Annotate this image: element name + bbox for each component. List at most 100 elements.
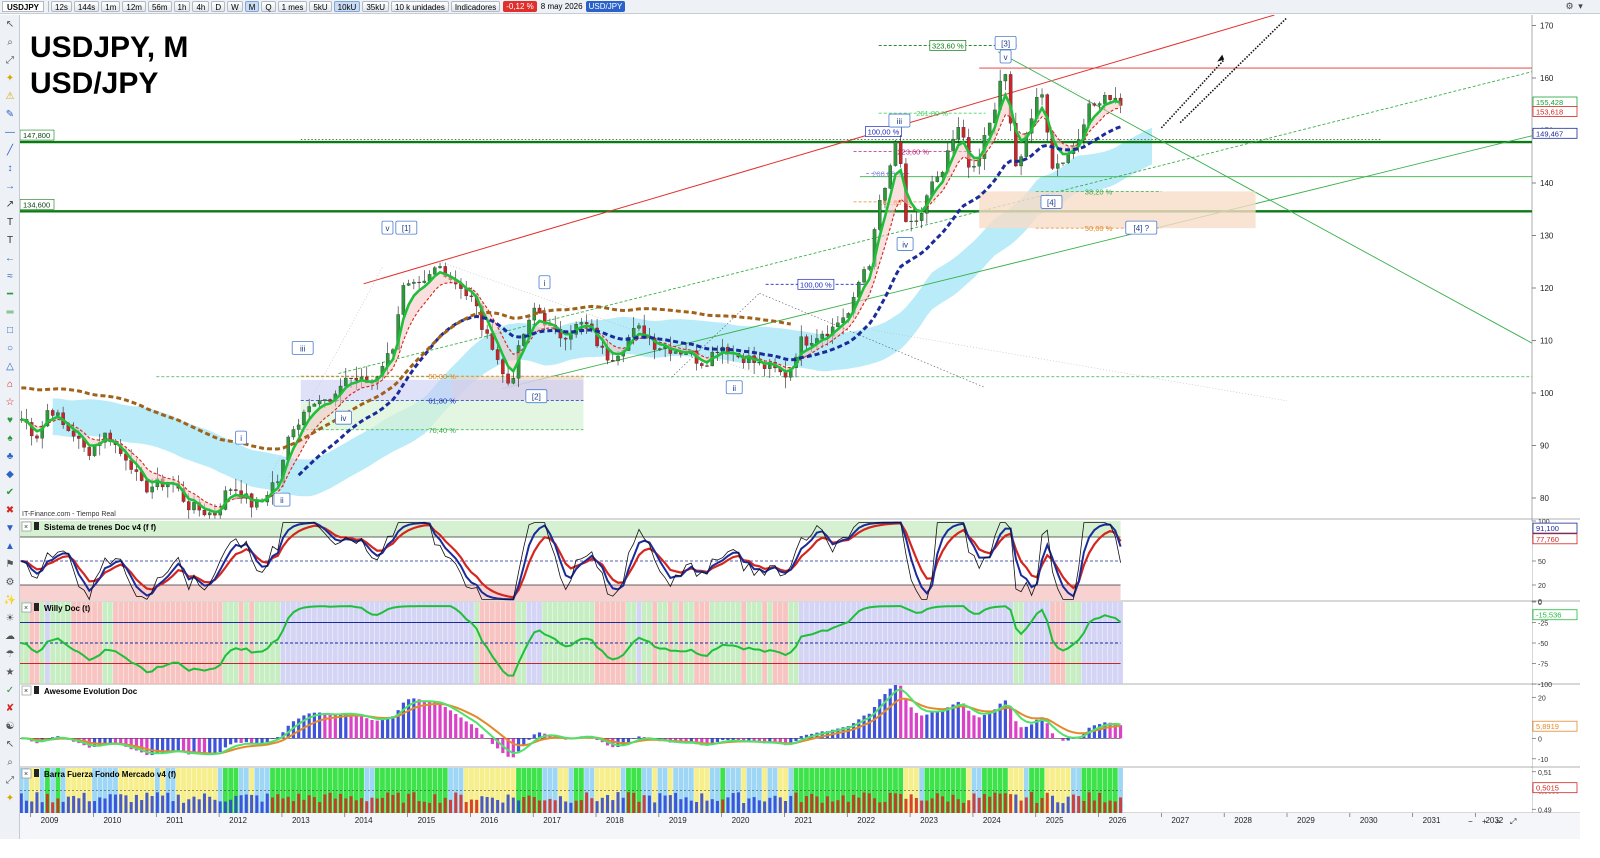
unit-button-0[interactable]: 5kU: [309, 1, 332, 12]
drawing-tool-icon-1[interactable]: ⌕: [3, 37, 17, 49]
timeframe-button-5[interactable]: 1h: [173, 1, 191, 12]
drawing-tool-icon-25[interactable]: ◆: [3, 469, 17, 481]
candle-body-180: [961, 127, 966, 138]
ao-bar-175: [935, 711, 939, 739]
drawing-tool-icon-41[interactable]: ⌕: [3, 757, 17, 769]
drawing-tool-icon-13[interactable]: ←: [3, 253, 17, 265]
drawing-tool-icon-0[interactable]: ↖: [3, 19, 17, 31]
drawing-tool-icon-22[interactable]: ♥: [3, 415, 17, 427]
drawing-tool-icon-3[interactable]: ✦: [3, 73, 17, 85]
y-tick-label-2: 100: [1540, 389, 1554, 398]
drawing-tool-icon-5[interactable]: ✎: [3, 109, 17, 121]
candle-body-3: [35, 435, 39, 439]
force-bar-182: [972, 793, 976, 813]
drawing-tool-icon-26[interactable]: ✔: [3, 487, 17, 499]
force-bar-73: [401, 802, 405, 813]
timeframe-button-2[interactable]: 1m: [101, 1, 121, 12]
panel-tick-label-1-2: -50: [1538, 641, 1548, 648]
ao-bar-42: [239, 738, 243, 743]
drawing-tool-icon-10[interactable]: ↗: [3, 199, 17, 211]
force-bar-51: [286, 796, 290, 813]
force-bar-95: [517, 800, 521, 813]
drawing-tool-icon-35[interactable]: ☂: [3, 649, 17, 661]
timeframe-button-7[interactable]: D: [211, 1, 226, 12]
symbol-field[interactable]: USDJPY: [2, 1, 45, 12]
candle-body-122: [658, 348, 662, 350]
candle-body-167: [893, 141, 898, 166]
drawing-tool-icon-8[interactable]: ↕: [3, 163, 17, 175]
panel-color-swatch-0: [34, 522, 39, 530]
indicators-button[interactable]: Indicadores: [450, 1, 501, 12]
drawing-tool-icon-6[interactable]: —: [3, 127, 17, 139]
ao-bar-210: [1118, 725, 1123, 739]
drawing-tool-icon-39[interactable]: ☯: [3, 721, 17, 733]
drawing-tool-icon-15[interactable]: ━: [3, 289, 17, 301]
drawing-tool-icon-9[interactable]: →: [3, 181, 17, 193]
drawing-tool-icon-12[interactable]: T: [3, 235, 17, 247]
drawing-tool-icon-16[interactable]: ═: [3, 307, 17, 319]
drawing-tool-icon-42[interactable]: ⤢: [3, 775, 17, 787]
force-bar-135: [726, 797, 730, 813]
timeframe-button-9[interactable]: M: [244, 1, 260, 12]
zoom-control-icon-0: −: [1468, 817, 1473, 826]
ao-bar-86: [469, 724, 474, 739]
drawing-tool-icon-28[interactable]: ▼: [3, 523, 17, 535]
timeframe-button-3[interactable]: 12m: [122, 1, 146, 12]
drawing-tool-icon-21[interactable]: ☆: [3, 397, 17, 409]
drawing-tool-icon-27[interactable]: ✖: [3, 505, 17, 517]
ao-bar-47: [265, 738, 269, 743]
candle-body-156: [836, 322, 840, 328]
timeframe-button-10[interactable]: Q: [261, 1, 276, 12]
drawing-tool-icon-2[interactable]: ⤢: [3, 55, 17, 67]
force-bar-162: [867, 793, 871, 813]
x-tick-label-23: 2032: [1485, 816, 1503, 825]
chevron-down-icon[interactable]: ▾: [1575, 1, 1586, 12]
candle-body-168: [898, 141, 903, 164]
force-bar-204: [1087, 792, 1091, 813]
drawing-tool-icon-34[interactable]: ☁: [3, 631, 17, 643]
drawing-tool-icon-30[interactable]: ⚑: [3, 559, 17, 571]
force-bar-65: [360, 798, 364, 813]
ao-bar-64: [354, 715, 358, 739]
drawing-tool-icon-24[interactable]: ♣: [3, 451, 17, 463]
support-label-0: 147,800: [23, 131, 50, 140]
timeframe-button-8[interactable]: W: [227, 1, 243, 12]
timeframe-button-4[interactable]: 56m: [147, 1, 172, 12]
timeframe-button-6[interactable]: 4h: [192, 1, 210, 12]
timeframe-button-1[interactable]: 144s: [73, 1, 100, 12]
units-select[interactable]: 10 k unidades: [391, 1, 449, 12]
force-bar-70: [386, 792, 390, 813]
fib-label-6: 100,00 %: [800, 280, 832, 289]
unit-button-1[interactable]: 10kU: [333, 1, 361, 12]
drawing-tool-icon-4[interactable]: ⚠: [3, 91, 17, 103]
drawing-tool-icon-37[interactable]: ✓: [3, 685, 17, 697]
drawing-tool-icon-11[interactable]: T: [3, 217, 17, 229]
drawing-tool-icon-32[interactable]: ✨: [3, 595, 17, 607]
panel-tag-0-0: 91,100: [1536, 524, 1559, 533]
chart-canvas[interactable]: 323,60 %261,80 %100,00 %223,60 %200,00 %…: [20, 15, 1580, 839]
settings-icon[interactable]: ⚙: [1564, 1, 1575, 12]
drawing-tool-icon-18[interactable]: ○: [3, 343, 17, 355]
drawing-tool-icon-19[interactable]: △: [3, 361, 17, 373]
drawing-tool-icon-33[interactable]: ☀: [3, 613, 17, 625]
drawing-tool-icon-17[interactable]: □: [3, 325, 17, 337]
drawing-tool-icon-23[interactable]: ♠: [3, 433, 17, 445]
period-select[interactable]: 1 mes: [277, 1, 308, 12]
timeframe-button-0[interactable]: 12s: [51, 1, 72, 12]
force-bar-120: [647, 795, 651, 813]
drawing-tool-icon-40[interactable]: ↖: [3, 739, 17, 751]
candle-body-111: [600, 345, 605, 348]
drawing-tool-icon-36[interactable]: ★: [3, 667, 17, 679]
drawing-tool-icon-38[interactable]: ✘: [3, 703, 17, 715]
candle-body-36: [207, 512, 212, 516]
drawing-tool-icon-43[interactable]: ✦: [3, 793, 17, 805]
candle-body-107: [579, 322, 584, 325]
panel-tick-label-2-2: -10: [1538, 757, 1548, 764]
drawing-tool-icon-7[interactable]: ╱: [3, 145, 17, 157]
drawing-tool-icon-14[interactable]: ≈: [3, 271, 17, 283]
candle-body-172: [919, 213, 924, 221]
drawing-tool-icon-29[interactable]: ▲: [3, 541, 17, 553]
unit-button-2[interactable]: 35kU: [362, 1, 389, 12]
drawing-tool-icon-31[interactable]: ⚙: [3, 577, 17, 589]
drawing-tool-icon-20[interactable]: ⌂: [3, 379, 17, 391]
